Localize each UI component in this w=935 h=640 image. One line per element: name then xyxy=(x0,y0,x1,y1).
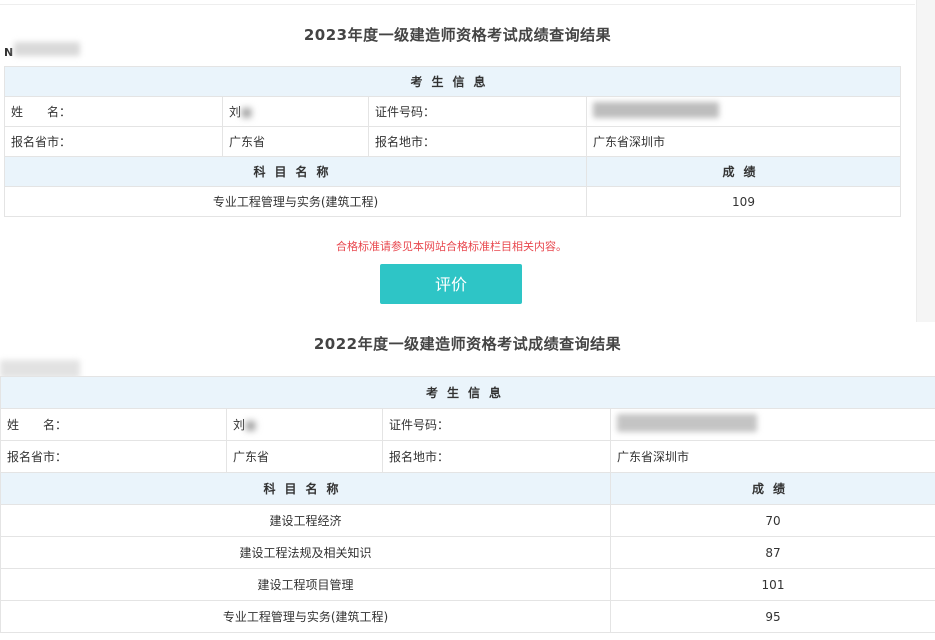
province-label: 报名省市： xyxy=(4,126,223,157)
score-header: 成绩 xyxy=(609,472,935,505)
redacted-id-number xyxy=(617,414,757,432)
result-title-2023: 2023年度一级建造师资格考试成绩查询结果 xyxy=(303,26,612,44)
info-header: 考生信息 xyxy=(0,376,935,409)
city-label: 报名地市： xyxy=(382,440,611,473)
subject-header-row: 科目名称 成绩 xyxy=(0,472,935,505)
name-value: 刘 xyxy=(229,105,242,119)
subject-score: 101 xyxy=(609,568,935,601)
result-table-2022: 考生信息 姓 名： 刘■ 证件号码： 报名省市： 广东省 报名地市： 广东省深圳… xyxy=(0,376,935,633)
subject-name: 专业工程管理与实务(建筑工程) xyxy=(0,600,611,633)
province-value: 广东省 xyxy=(222,126,369,157)
score-query-page: 2023年度一级建造师资格考试成绩查询结果 N 考生信息 姓 名： 刘■ 证件号… xyxy=(0,0,935,640)
subject-score: 109 xyxy=(585,186,902,217)
name-label: 姓 名： xyxy=(0,408,227,441)
province-row: 报名省市： 广东省 报名地市： 广东省深圳市 xyxy=(4,126,902,157)
subject-row: 专业工程管理与实务(建筑工程) 109 xyxy=(4,186,902,217)
result-table-2023: 考生信息 姓 名： 刘■ 证件号码： 报名省市： 广东省 报名地市： 广东省深圳… xyxy=(3,66,902,217)
id-label: 证件号码： xyxy=(382,408,611,441)
name-value: 刘 xyxy=(233,418,246,432)
subject-header: 科目名称 xyxy=(0,472,611,505)
candidate-id-prefix: N xyxy=(4,46,13,59)
subject-header-row: 科目名称 成绩 xyxy=(4,156,902,187)
subject-name: 建设工程法规及相关知识 xyxy=(0,536,611,569)
subject-name: 建设工程经济 xyxy=(0,504,611,537)
province-label: 报名省市： xyxy=(0,440,227,473)
id-value-cell xyxy=(609,408,935,441)
name-value-cell: 刘■ xyxy=(226,408,383,441)
redacted-name: ■ xyxy=(245,418,257,432)
candidate-id-prefix-text: N xyxy=(4,46,14,59)
evaluate-button[interactable]: 评价 xyxy=(380,264,522,304)
subject-row: 建设工程经济 70 xyxy=(0,504,935,537)
name-row: 姓 名： 刘■ 证件号码： xyxy=(0,408,935,441)
id-value-cell xyxy=(585,96,902,127)
city-value: 广东省深圳市 xyxy=(609,440,935,473)
info-header-row: 考生信息 xyxy=(3,66,902,97)
redacted-id-number xyxy=(593,102,719,118)
result-title-2022: 2022年度一级建造师资格考试成绩查询结果 xyxy=(313,335,622,353)
subject-row: 专业工程管理与实务(建筑工程) 95 xyxy=(0,600,935,633)
info-header-row: 考生信息 xyxy=(0,376,935,409)
id-label: 证件号码： xyxy=(368,96,587,127)
name-value-cell: 刘■ xyxy=(222,96,369,127)
subject-score: 95 xyxy=(609,600,935,633)
subject-row: 建设工程法规及相关知识 87 xyxy=(0,536,935,569)
info-header: 考生信息 xyxy=(3,66,902,97)
redacted-name: ■ xyxy=(241,105,253,119)
subject-score: 70 xyxy=(609,504,935,537)
subject-score: 87 xyxy=(609,536,935,569)
subject-name: 建设工程项目管理 xyxy=(0,568,611,601)
pass-standard-notice: 合格标准请参见本网站合格标准栏目相关内容。 xyxy=(336,240,567,253)
name-label: 姓 名： xyxy=(4,96,223,127)
subject-header: 科目名称 xyxy=(4,156,587,187)
subject-row: 建设工程项目管理 101 xyxy=(0,568,935,601)
score-header: 成绩 xyxy=(585,156,902,187)
top-divider xyxy=(0,4,915,5)
city-value: 广东省深圳市 xyxy=(585,126,902,157)
province-value: 广东省 xyxy=(226,440,383,473)
subject-name: 专业工程管理与实务(建筑工程) xyxy=(4,186,587,217)
province-row: 报名省市： 广东省 报名地市： 广东省深圳市 xyxy=(0,440,935,473)
name-row: 姓 名： 刘■ 证件号码： xyxy=(4,96,902,127)
redacted-candidate-id xyxy=(14,42,80,56)
city-label: 报名地市： xyxy=(368,126,587,157)
scrollbar[interactable] xyxy=(916,0,935,322)
